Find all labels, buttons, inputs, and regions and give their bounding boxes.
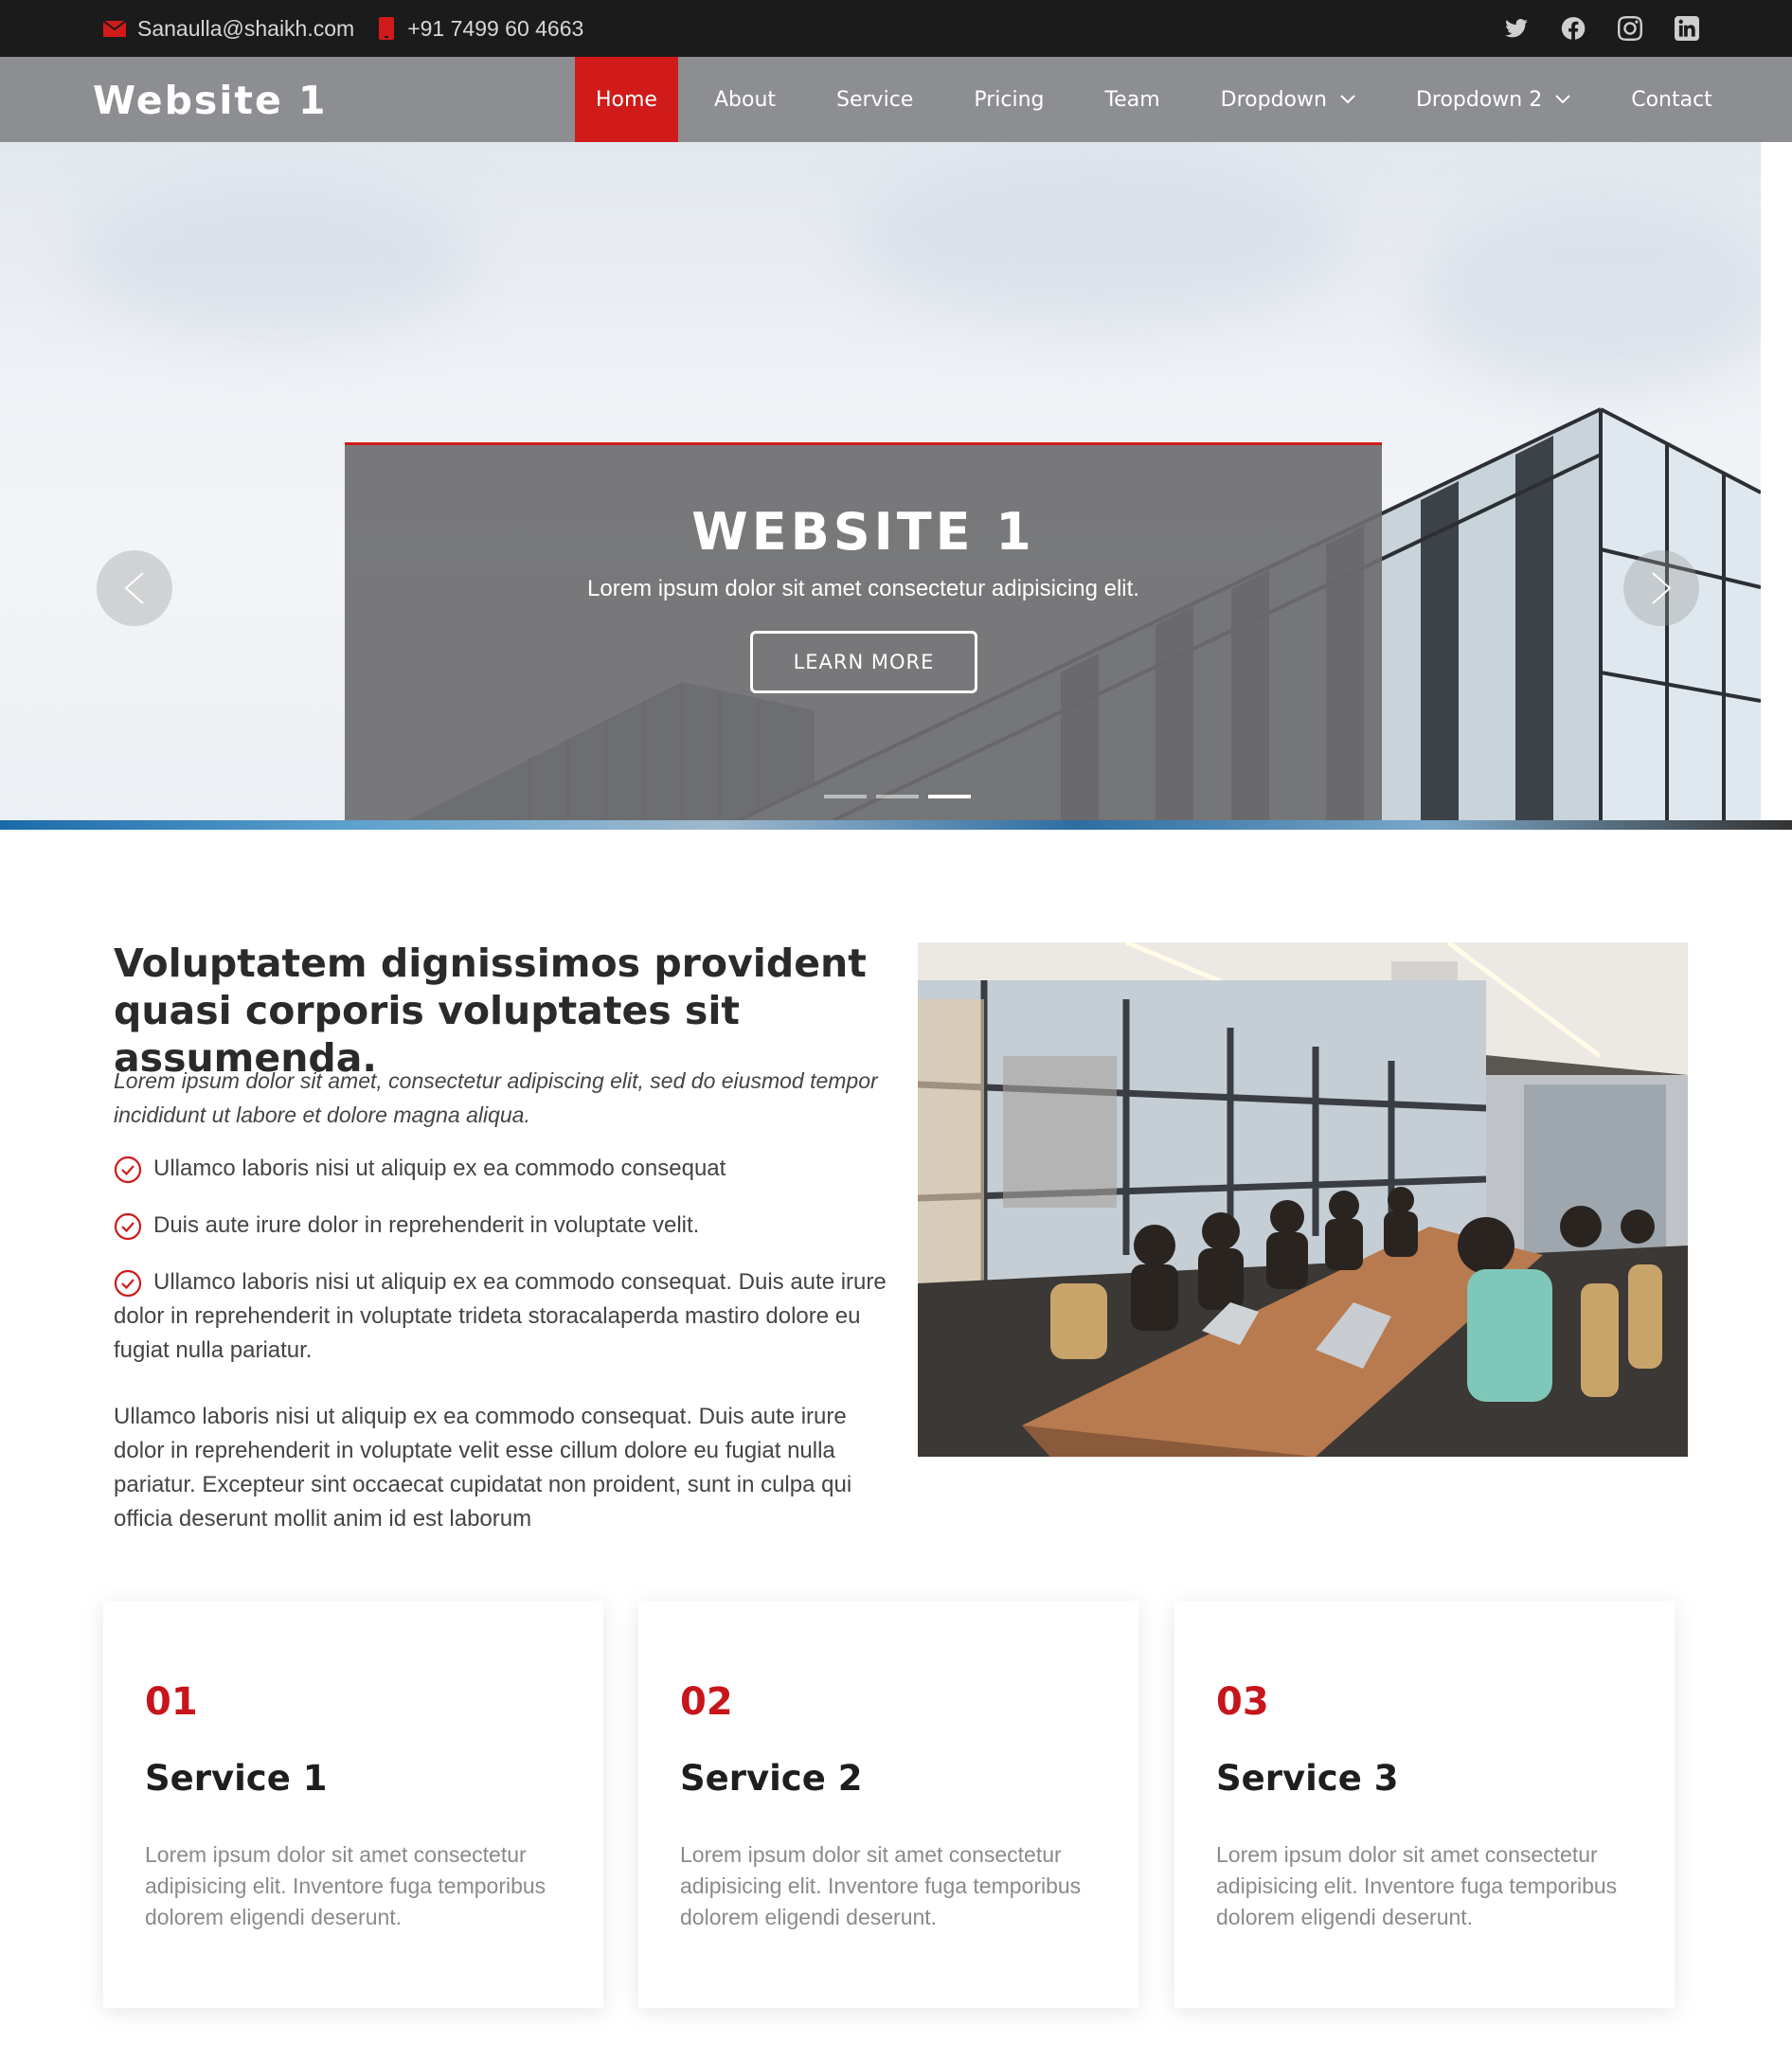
slider-dot-3[interactable] bbox=[928, 795, 971, 798]
nav-dropdown-2[interactable]: Dropdown 2 bbox=[1391, 57, 1595, 142]
meeting-room-illustration bbox=[918, 942, 1688, 1457]
service-card-2[interactable]: 02 Service 2 Lorem ipsum dolor sit amet … bbox=[638, 1601, 1138, 2008]
nav-service-label: Service bbox=[836, 87, 914, 112]
hero-caption-card: WEBSITE 1 Lorem ipsum dolor sit amet con… bbox=[345, 442, 1382, 820]
slider-prev-button[interactable] bbox=[97, 550, 172, 626]
service-text: Lorem ipsum dolor sit amet consectetur a… bbox=[680, 1842, 1082, 1929]
service-card-1[interactable]: 01 Service 1 Lorem ipsum dolor sit amet … bbox=[103, 1601, 603, 2008]
nav-about-label: About bbox=[713, 87, 777, 112]
main-nav: Home About Service Pricing Team Dropdown… bbox=[575, 57, 1737, 142]
nav-pricing-label: Pricing bbox=[974, 87, 1045, 112]
twitter-icon[interactable] bbox=[1504, 16, 1529, 41]
service-title: Service 3 bbox=[1216, 1758, 1399, 1799]
chevron-left-icon bbox=[124, 572, 144, 604]
chevron-down-icon bbox=[1340, 95, 1355, 104]
nav-contact[interactable]: Contact bbox=[1606, 57, 1737, 142]
nav-team[interactable]: Team bbox=[1080, 57, 1184, 142]
hero-right-gap bbox=[1761, 142, 1792, 820]
nav-pricing[interactable]: Pricing bbox=[949, 57, 1068, 142]
service-card-3[interactable]: 03 Service 3 Lorem ipsum dolor sit amet … bbox=[1174, 1601, 1675, 2008]
check-circle-icon bbox=[114, 1156, 142, 1184]
list-item-text: Ullamco laboris nisi ut aliquip ex ea co… bbox=[114, 1269, 887, 1363]
check-circle-icon bbox=[114, 1212, 142, 1241]
envelope-icon bbox=[103, 20, 126, 37]
instagram-icon[interactable] bbox=[1618, 16, 1642, 41]
top-bar: Sanaulla@shaikh.com +91 7499 60 4663 bbox=[0, 0, 1792, 57]
chevron-right-icon bbox=[1652, 572, 1672, 604]
contact-info: Sanaulla@shaikh.com +91 7499 60 4663 bbox=[103, 0, 583, 57]
service-text: Lorem ipsum dolor sit amet consectetur a… bbox=[145, 1842, 547, 1929]
nav-home-label: Home bbox=[596, 87, 657, 112]
list-item-text: Duis aute irure dolor in reprehenderit i… bbox=[153, 1212, 700, 1238]
hero-bottom-strip bbox=[0, 820, 1792, 830]
social-links bbox=[1504, 0, 1699, 57]
service-text: Lorem ipsum dolor sit amet consectetur a… bbox=[1216, 1842, 1618, 1929]
slider-next-button[interactable] bbox=[1623, 550, 1699, 626]
nav-service[interactable]: Service bbox=[812, 57, 938, 142]
phone-icon bbox=[379, 17, 395, 40]
slider-dot-1[interactable] bbox=[824, 795, 867, 798]
nav-about[interactable]: About bbox=[690, 57, 800, 142]
about-checklist: Ullamco laboris nisi ut aliquip ex ea co… bbox=[114, 1152, 890, 1390]
about-paragraph: Ullamco laboris nisi ut aliquip ex ea co… bbox=[114, 1404, 852, 1532]
service-title: Service 2 bbox=[680, 1758, 863, 1799]
nav-team-label: Team bbox=[1104, 87, 1160, 112]
site-logo[interactable]: Website 1 bbox=[93, 78, 328, 123]
about-title: Voluptatem dignissimos provident quasi c… bbox=[114, 941, 867, 1081]
phone-link[interactable]: +91 7499 60 4663 bbox=[407, 16, 583, 42]
hero-slider: WEBSITE 1 Lorem ipsum dolor sit amet con… bbox=[0, 142, 1761, 820]
about-lead: Lorem ipsum dolor sit amet, consectetur … bbox=[114, 1068, 878, 1127]
linkedin-icon[interactable] bbox=[1675, 16, 1699, 41]
meeting-room-photo bbox=[918, 942, 1688, 1457]
slider-indicators bbox=[824, 795, 971, 798]
nav-dropdown-2-label: Dropdown 2 bbox=[1415, 87, 1543, 112]
nav-home[interactable]: Home bbox=[575, 57, 678, 142]
check-circle-icon bbox=[114, 1269, 142, 1298]
main-header: Website 1 Home About Service Pricing Tea… bbox=[0, 57, 1792, 142]
list-item-text: Ullamco laboris nisi ut aliquip ex ea co… bbox=[153, 1156, 726, 1181]
list-item: Ullamco laboris nisi ut aliquip ex ea co… bbox=[114, 1152, 890, 1186]
nav-contact-label: Contact bbox=[1631, 87, 1712, 112]
slider-dot-2[interactable] bbox=[876, 795, 919, 798]
hero-subtitle: Lorem ipsum dolor sit amet consectetur a… bbox=[587, 576, 1139, 601]
nav-dropdown-label: Dropdown bbox=[1220, 87, 1327, 112]
service-number: 01 bbox=[145, 1680, 198, 1724]
hero-title: WEBSITE 1 bbox=[691, 502, 1035, 562]
email-link[interactable]: Sanaulla@shaikh.com bbox=[137, 16, 354, 42]
list-item: Duis aute irure dolor in reprehenderit i… bbox=[114, 1209, 890, 1243]
nav-dropdown[interactable]: Dropdown bbox=[1196, 57, 1380, 142]
service-title: Service 1 bbox=[145, 1758, 328, 1799]
list-item: Ullamco laboris nisi ut aliquip ex ea co… bbox=[114, 1265, 890, 1368]
learn-more-button[interactable]: LEARN MORE bbox=[750, 631, 977, 693]
service-number: 02 bbox=[680, 1680, 733, 1724]
service-number: 03 bbox=[1216, 1680, 1269, 1724]
chevron-down-icon bbox=[1555, 95, 1570, 104]
facebook-icon[interactable] bbox=[1561, 16, 1586, 41]
